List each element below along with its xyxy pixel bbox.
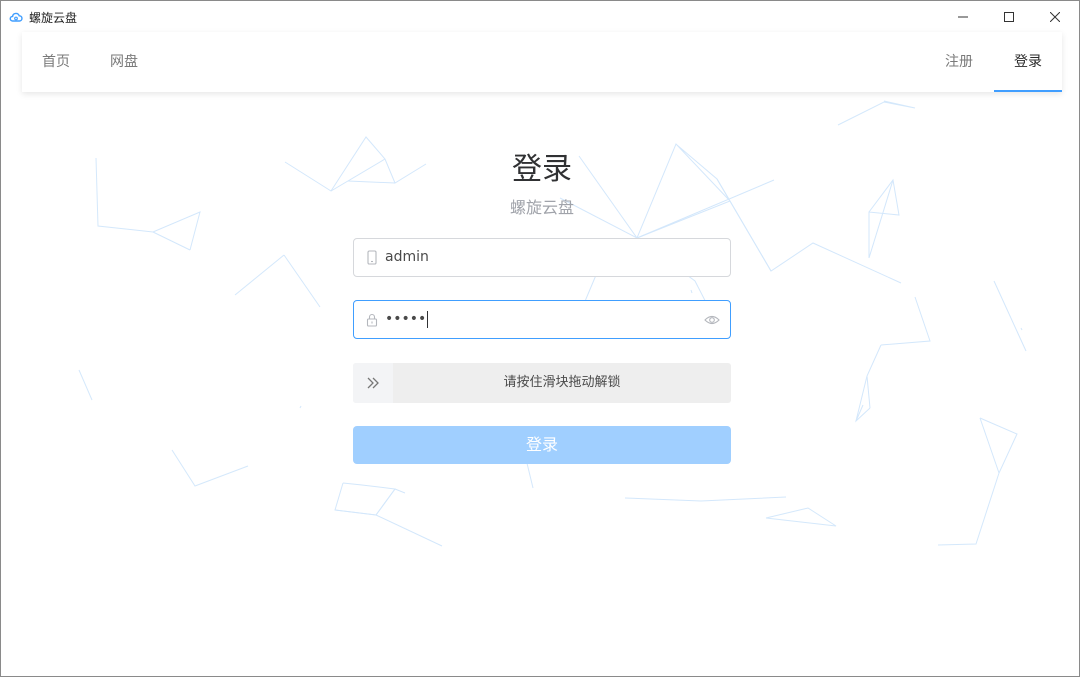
login-subtitle: 螺旋云盘 [509, 198, 574, 217]
eye-icon[interactable] [704, 313, 720, 327]
nav-register[interactable]: 注册 [945, 32, 973, 92]
username-field[interactable]: admin [353, 238, 731, 277]
nav-home[interactable]: 首页 [42, 32, 70, 92]
minimize-icon [958, 16, 968, 17]
title-bar: 螺旋云盘 [1, 1, 1079, 32]
window-title: 螺旋云盘 [29, 11, 78, 25]
double-chevron-right-icon [367, 377, 379, 389]
slide-captcha: 请按住滑块拖动解锁 [353, 363, 731, 403]
phone-icon [367, 250, 377, 265]
nav-login-label: 登录 [1014, 54, 1042, 70]
username-value: admin [385, 249, 429, 265]
top-nav: 首页 网盘 注册 登录 [22, 32, 1062, 92]
maximize-icon [1004, 11, 1014, 22]
text-caret [427, 310, 429, 328]
slider-hint: 请按住滑块拖动解锁 [503, 375, 621, 390]
minimize-button[interactable] [940, 1, 986, 32]
close-icon [1050, 11, 1060, 22]
password-field[interactable]: ••••• [353, 300, 731, 339]
nav-login[interactable]: 登录 [994, 32, 1062, 92]
cloud-icon [9, 12, 23, 22]
slider-handle[interactable] [353, 363, 393, 403]
password-mask: ••••• [385, 311, 427, 327]
login-submit-button[interactable]: 登录 [353, 426, 731, 464]
password-value: ••••• [385, 301, 429, 338]
close-button[interactable] [1032, 1, 1078, 32]
maximize-button[interactable] [986, 1, 1032, 32]
nav-disk[interactable]: 网盘 [110, 32, 138, 92]
lock-icon [366, 313, 378, 327]
login-title: 登录 [512, 152, 572, 187]
active-tab-indicator [994, 90, 1062, 92]
app-window: 螺旋云盘 首页 网盘 注册 登录 登录 螺旋云盘 admin ••••• 请按住… [0, 0, 1080, 677]
